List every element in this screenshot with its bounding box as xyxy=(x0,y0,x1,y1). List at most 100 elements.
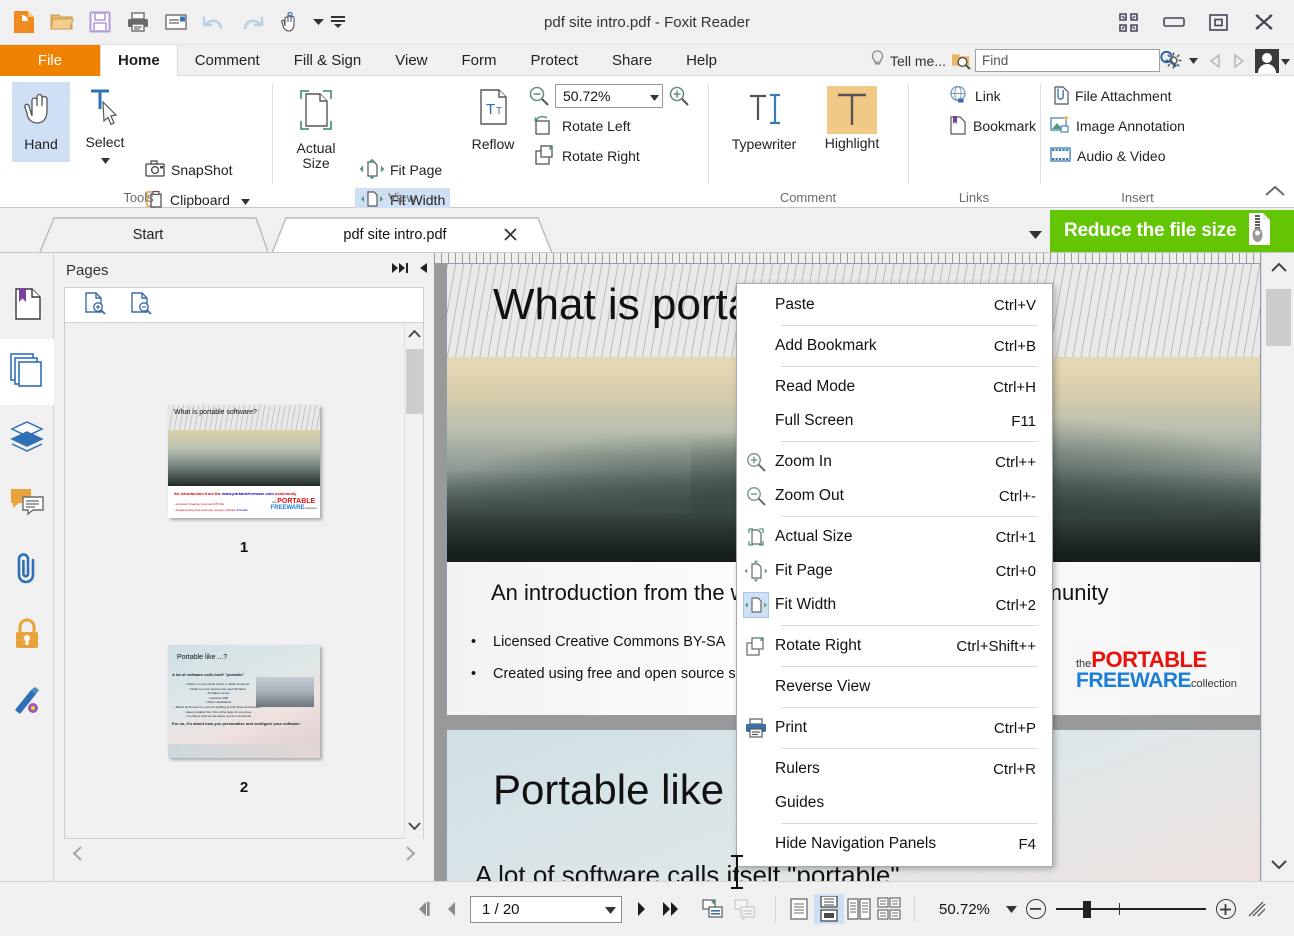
menu-item-hide-navigation-panels[interactable]: Hide Navigation Panels F4 xyxy=(737,827,1052,861)
nav-forward-icon[interactable] xyxy=(1228,48,1250,74)
view-mode-continuous[interactable] xyxy=(814,894,844,924)
close-icon[interactable] xyxy=(502,227,518,243)
settings-gear-icon[interactable] xyxy=(1163,49,1183,73)
doc-scroll-up-icon[interactable] xyxy=(1262,253,1294,281)
thumbnail-scrollbar[interactable] xyxy=(404,323,423,839)
image-annotation-button[interactable]: Image Annotation xyxy=(1045,114,1190,138)
collapse-panel-icon[interactable] xyxy=(418,261,428,279)
sidebar-item-security[interactable] xyxy=(0,603,54,669)
thumbnail-list[interactable]: What is portable software? An introducti… xyxy=(64,323,424,839)
audio-video-button[interactable]: Audio & Video xyxy=(1045,144,1170,168)
tab-share[interactable]: Share xyxy=(595,45,669,76)
page-thumbnail-1[interactable]: What is portable software? An introducti… xyxy=(168,405,320,518)
sidebar-item-pages[interactable] xyxy=(0,339,54,405)
view-mode-continuous-facing[interactable] xyxy=(874,894,904,924)
thumbnail-scroll-thumb[interactable] xyxy=(406,349,423,414)
rotate-right-button[interactable]: Rotate Right xyxy=(527,144,645,168)
scroll-down-icon[interactable] xyxy=(405,815,424,837)
foxit-logo-icon[interactable] xyxy=(6,5,42,39)
account-chevron-down-icon[interactable] xyxy=(1281,52,1290,70)
save-icon[interactable] xyxy=(82,5,118,39)
tab-view[interactable]: View xyxy=(378,45,444,76)
bookmark-button[interactable]: Bookmark xyxy=(943,114,1041,138)
sidebar-item-attachments[interactable] xyxy=(0,537,54,603)
highlight-button[interactable]: Highlight xyxy=(813,82,891,162)
zoom-level-combobox[interactable]: 50.72% xyxy=(555,84,663,108)
search-input[interactable] xyxy=(982,53,1159,68)
settings-chevron-down-icon[interactable] xyxy=(1186,49,1200,73)
print-icon[interactable] xyxy=(120,5,156,39)
minimize-icon[interactable] xyxy=(1151,4,1196,40)
collapse-ribbon-icon[interactable] xyxy=(1264,184,1286,203)
page-number-combobox[interactable]: 1 / 20 xyxy=(470,895,622,923)
document-scroll-thumb[interactable] xyxy=(1266,289,1291,346)
sidebar-item-bookmarks[interactable] xyxy=(0,273,54,339)
tab-help[interactable]: Help xyxy=(669,45,734,76)
snapshot-button[interactable]: SnapShot xyxy=(140,158,238,182)
next-page-button[interactable] xyxy=(628,892,655,926)
hand-tool-icon[interactable] xyxy=(272,5,308,39)
doc-tab-start[interactable]: Start xyxy=(28,217,268,253)
sidebar-item-comments[interactable] xyxy=(0,471,54,537)
account-button[interactable] xyxy=(1255,48,1290,73)
zoom-slider[interactable] xyxy=(1055,899,1206,919)
context-menu[interactable]: Paste Ctrl+V Add Bookmark Ctrl+B Read Mo… xyxy=(736,283,1053,867)
previous-page-button[interactable] xyxy=(437,892,464,926)
scroll-up-icon[interactable] xyxy=(405,323,424,345)
scroll-left-icon[interactable] xyxy=(72,846,83,866)
tab-fill-and-sign[interactable]: Fill & Sign xyxy=(277,45,379,76)
resize-grip-icon[interactable] xyxy=(1242,892,1272,926)
tab-home[interactable]: Home xyxy=(100,45,178,76)
enlarge-thumbnails-icon[interactable] xyxy=(83,291,107,320)
reduce-thumbnails-icon[interactable] xyxy=(129,291,153,320)
reduce-file-size-promo[interactable]: Reduce the file size xyxy=(1050,210,1294,252)
menu-item-fit-width[interactable]: Fit Width Ctrl+2 xyxy=(737,588,1052,622)
menu-item-fit-page[interactable]: Fit Page Ctrl+0 xyxy=(737,554,1052,588)
view-mode-single-page[interactable] xyxy=(784,894,814,924)
zoom-out-button-status[interactable] xyxy=(1025,899,1046,919)
tell-me-button[interactable]: Tell me... xyxy=(867,49,949,72)
nav-back-icon[interactable] xyxy=(1203,48,1225,74)
select-tool-button[interactable]: Select xyxy=(76,82,134,180)
doc-scroll-down-icon[interactable] xyxy=(1262,851,1294,879)
previous-view-button[interactable] xyxy=(697,892,729,926)
fit-page-button[interactable]: Fit Page xyxy=(355,158,447,182)
zoom-chevron-down-icon[interactable] xyxy=(650,88,659,104)
view-mode-facing[interactable] xyxy=(844,894,874,924)
actual-size-button[interactable]: Actual Size xyxy=(285,82,347,177)
advanced-search-icon[interactable] xyxy=(952,49,972,73)
page-thumbnail-2[interactable]: Portable like ...? A lot of software cal… xyxy=(168,645,320,758)
menu-item-reverse-view[interactable]: Reverse View xyxy=(737,670,1052,704)
expand-panel-icon[interactable] xyxy=(392,261,408,279)
next-view-button[interactable] xyxy=(729,892,761,926)
chevron-down-icon[interactable] xyxy=(310,5,326,39)
menu-item-full-screen[interactable]: Full Screen F11 xyxy=(737,404,1052,438)
document-scrollbar[interactable] xyxy=(1261,253,1294,881)
reflow-button[interactable]: TT Reflow xyxy=(465,82,521,162)
file-attachment-button[interactable]: File Attachment xyxy=(1045,84,1177,108)
email-icon[interactable] xyxy=(158,5,194,39)
zoom-out-button[interactable] xyxy=(527,84,551,108)
maximize-icon[interactable] xyxy=(1196,4,1241,40)
menu-item-zoom-in[interactable]: Zoom In Ctrl++ xyxy=(737,445,1052,479)
menu-item-add-bookmark[interactable]: Add Bookmark Ctrl+B xyxy=(737,329,1052,363)
typewriter-button[interactable]: Typewriter xyxy=(721,82,807,162)
link-button[interactable]: Link xyxy=(943,84,1006,108)
menu-item-zoom-out[interactable]: Zoom Out Ctrl+- xyxy=(737,479,1052,513)
page-chevron-down-icon[interactable] xyxy=(605,901,616,918)
sidebar-item-digital-signatures[interactable] xyxy=(0,669,54,735)
zoom-preset-chevron-down-icon[interactable] xyxy=(1005,900,1017,918)
tab-list-chevron-down-icon[interactable] xyxy=(1029,226,1042,244)
hand-tool-button[interactable]: Hand xyxy=(12,82,70,162)
zoom-slider-knob[interactable] xyxy=(1082,901,1091,918)
menu-item-actual-size[interactable]: Actual Size Ctrl+1 xyxy=(737,520,1052,554)
thumbnail-hscrollbar[interactable] xyxy=(64,843,424,869)
restore-all-icon[interactable] xyxy=(1106,4,1151,40)
doc-tab-pdf-site-intro[interactable]: pdf site intro.pdf xyxy=(272,217,552,253)
tab-form[interactable]: Form xyxy=(445,45,514,76)
menu-item-print[interactable]: Print Ctrl+P xyxy=(737,711,1052,745)
open-icon[interactable] xyxy=(44,5,80,39)
scroll-right-icon[interactable] xyxy=(405,846,416,866)
tab-comment[interactable]: Comment xyxy=(178,45,277,76)
tab-file[interactable]: File xyxy=(0,45,100,76)
